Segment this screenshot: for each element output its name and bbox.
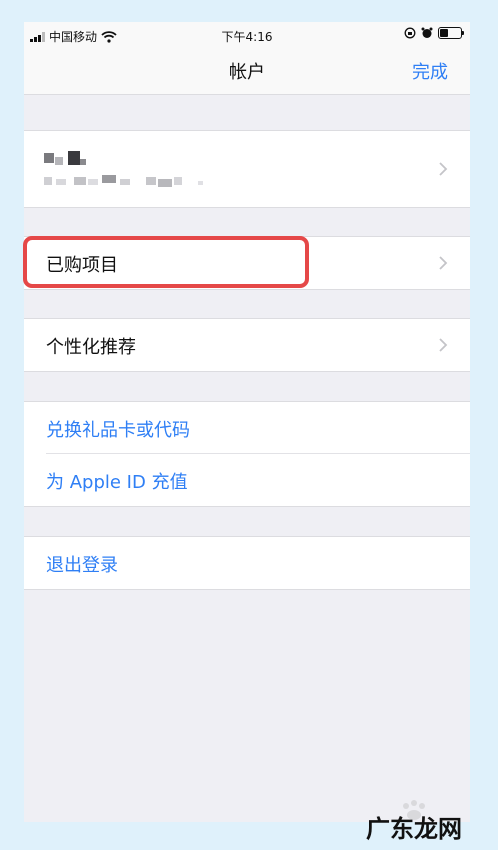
add-funds-row[interactable]: 为 Apple ID 充值: [24, 454, 470, 506]
navigation-bar: 帐户 完成: [24, 48, 470, 95]
phone-screen: 中国移动 下午4:16 帐户 完成 已购项目 个性化推荐 兑换礼品卡或代码 为 …: [24, 22, 470, 822]
personalized-recommendations-label: 个性化推荐: [46, 337, 136, 358]
chevron-right-icon: [439, 338, 448, 352]
blurred-account-email: [44, 177, 52, 185]
redeem-group: 兑换礼品卡或代码 为 Apple ID 充值: [24, 401, 470, 507]
sign-out-link[interactable]: 退出登录: [46, 551, 118, 577]
highlight-box: [23, 236, 309, 288]
redeem-gift-card-link[interactable]: 兑换礼品卡或代码: [46, 416, 190, 442]
watermark-text: 广东龙网: [366, 815, 462, 843]
alarm-icon: [421, 27, 433, 38]
personalized-recommendations-row[interactable]: 个性化推荐: [24, 318, 470, 372]
page-title: 帐户: [229, 62, 265, 83]
account-profile-row[interactable]: [24, 130, 470, 208]
add-funds-link[interactable]: 为 Apple ID 充值: [46, 468, 188, 494]
orientation-lock-icon: [404, 27, 416, 39]
blurred-account-name: [44, 153, 54, 163]
sign-out-row[interactable]: 退出登录: [24, 537, 470, 589]
redeem-gift-card-row[interactable]: 兑换礼品卡或代码: [24, 402, 470, 454]
sign-out-group: 退出登录: [24, 536, 470, 590]
battery-icon: [438, 27, 464, 39]
chevron-right-icon: [439, 162, 448, 176]
status-bar: 中国移动 下午4:16: [24, 22, 470, 48]
chevron-right-icon: [439, 256, 448, 270]
done-button[interactable]: 完成: [412, 58, 448, 84]
